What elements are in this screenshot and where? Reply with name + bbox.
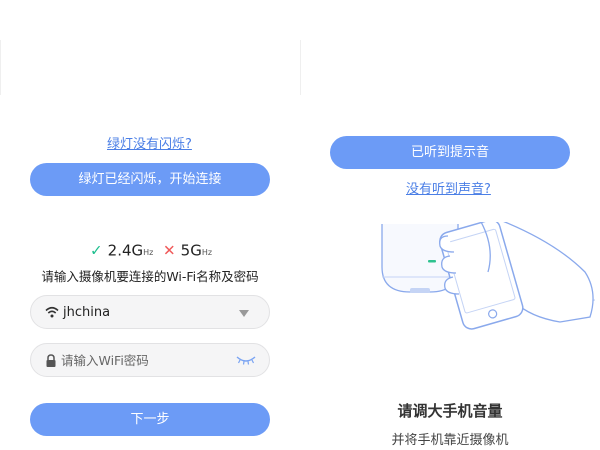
- eye-closed-icon[interactable]: [235, 354, 257, 366]
- not-heard-sound-link[interactable]: 没有听到声音?: [406, 178, 491, 197]
- check-icon: ✓: [90, 241, 103, 260]
- instruction-title: 请调大手机音量: [397, 402, 503, 420]
- band-24ghz-value: 2.4G: [107, 241, 144, 260]
- dropdown-arrow-icon[interactable]: [239, 310, 249, 317]
- wifi-band-support: ✓ 2.4GHz ✕ 5GHz: [90, 240, 220, 260]
- green-light-blinking-start-button[interactable]: 绿灯已经闪烁，开始连接: [30, 163, 270, 196]
- band-5ghz-value: 5G: [180, 241, 202, 260]
- right-divider: [300, 40, 301, 95]
- band-5ghz-unit: Hz: [201, 248, 213, 257]
- green-light-not-blinking-link[interactable]: 绿灯没有闪烁?: [107, 133, 192, 152]
- band-5ghz: ✕ 5GHz: [163, 240, 212, 260]
- instruction-subtitle: 并将手机靠近摄像机: [391, 433, 509, 448]
- wifi-icon: [45, 306, 59, 318]
- wifi-ssid-select[interactable]: jhchina: [30, 295, 270, 329]
- heard-prompt-tone-button[interactable]: 已听到提示音: [330, 136, 570, 169]
- band-24ghz: ✓ 2.4GHz: [90, 240, 153, 260]
- band-24ghz-unit: Hz: [143, 248, 154, 257]
- phone-near-camera-illustration: [381, 222, 596, 330]
- next-step-button[interactable]: 下一步: [30, 403, 270, 436]
- wifi-password-field[interactable]: [30, 343, 270, 377]
- left-divider: [0, 40, 1, 95]
- wifi-ssid-value: jhchina: [63, 305, 111, 320]
- wifi-credentials-hint: 请输入摄像机要连接的Wi-Fi名称及密码: [41, 269, 259, 284]
- lock-icon: [46, 354, 56, 367]
- wifi-setup-panel: 绿灯没有闪烁? 绿灯已经闪烁，开始连接 ✓ 2.4GHz ✕ 5GHz 请输入摄…: [0, 0, 300, 450]
- cross-icon: ✕: [163, 241, 176, 260]
- wifi-password-input[interactable]: [61, 350, 231, 370]
- sound-prompt-panel: 已听到提示音 没有听到声音? 请调大手机音量 并将手机靠近摄像机: [300, 0, 600, 450]
